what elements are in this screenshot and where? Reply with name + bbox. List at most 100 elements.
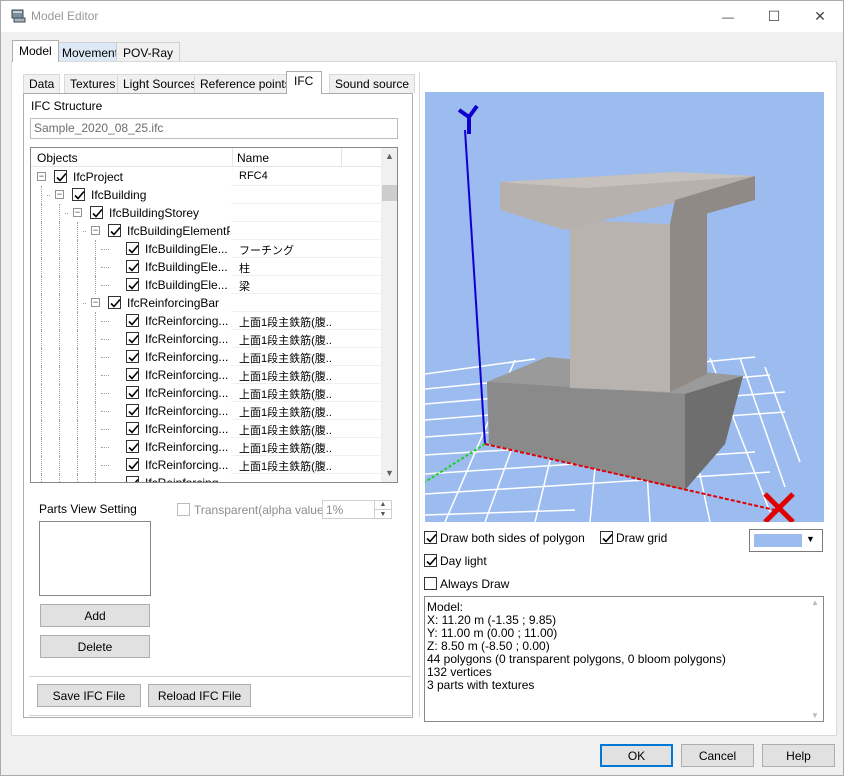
subtab-data[interactable]: Data (23, 74, 61, 93)
tree-row-checkbox[interactable] (126, 440, 139, 453)
collapse-icon[interactable]: − (91, 226, 100, 235)
tree-row[interactable]: IfcReinforcing... 上面1段主鉄筋(腹... (31, 330, 381, 348)
subtab-ifc[interactable]: IFC (286, 71, 323, 94)
draw-grid-checkbox[interactable] (600, 531, 613, 544)
tree-row[interactable]: IfcReinforcing... (31, 474, 381, 482)
column-name-header[interactable]: Name (237, 151, 269, 165)
subtab-reference-points-label: Reference points (200, 77, 291, 91)
tree-row-checkbox[interactable] (126, 458, 139, 471)
tree-row[interactable]: IfcBuildingEle... フーチング (31, 240, 381, 258)
color-swatch (754, 534, 802, 547)
tree-row-checkbox[interactable] (126, 422, 139, 435)
spinner-up-icon[interactable]: ▲ (374, 501, 391, 509)
tree-row[interactable]: − IfcBuildingElementProxy (31, 222, 381, 240)
tree-row-checkbox[interactable] (72, 188, 85, 201)
collapse-icon[interactable]: − (91, 298, 100, 307)
spinner-down-icon[interactable]: ▼ (374, 509, 391, 518)
tree-row[interactable]: IfcBuildingEle... 柱 (31, 258, 381, 276)
tree-header: Objects Name (31, 148, 381, 167)
y-axis (464, 129, 486, 445)
checkmark-icon (426, 556, 437, 566)
tree-row-checkbox[interactable] (126, 332, 139, 345)
collapse-icon[interactable]: − (37, 172, 46, 181)
always-draw-checkbox[interactable] (424, 577, 437, 590)
info-scrollbar[interactable]: ▲ ▼ (809, 597, 824, 721)
tree-row-checkbox[interactable] (126, 404, 139, 417)
scroll-up-icon[interactable]: ▲ (811, 598, 819, 607)
subtab-reference-points[interactable]: Reference points (194, 74, 297, 93)
tree-row-checkbox[interactable] (126, 386, 139, 399)
ifc-tree[interactable]: Objects Name − IfcProject RFC4− IfcBuilding… (30, 147, 398, 483)
tree-row-checkbox[interactable] (126, 368, 139, 381)
tree-row[interactable]: IfcReinforcing... 上面1段主鉄筋(腹... (31, 312, 381, 330)
subtab-light-sources[interactable]: Light Sources (117, 74, 203, 93)
tree-row-checkbox[interactable] (126, 476, 139, 482)
tab-movement[interactable]: Movement (55, 42, 126, 62)
tree-vertical-scrollbar[interactable]: ▲ ▼ (381, 148, 397, 482)
ifc-file-name-field[interactable]: Sample_2020_08_25.ifc (30, 118, 398, 139)
ok-button-label: OK (627, 748, 646, 763)
tree-row-name: RFC4 (239, 170, 268, 182)
subtab-textures[interactable]: Textures (64, 74, 122, 93)
cancel-button[interactable]: Cancel (681, 744, 754, 767)
tree-row[interactable]: IfcReinforcing... 上面1段主鉄筋(腹... (31, 366, 381, 384)
maximize-button[interactable]: ☐ (751, 1, 797, 32)
tree-row[interactable]: IfcReinforcing... 上面1段主鉄筋(腹... (31, 402, 381, 420)
day-light-checkbox[interactable] (424, 554, 437, 567)
tree-row[interactable]: IfcReinforcing... 上面1段主鉄筋(腹... (31, 384, 381, 402)
tab-pov-ray[interactable]: POV-Ray (116, 42, 181, 62)
scroll-down-icon[interactable]: ▼ (811, 711, 819, 720)
model-info-textbox[interactable]: Model: X: 11.20 m (-1.35 ; 9.85) Y: 11.0… (424, 596, 824, 722)
ok-button[interactable]: OK (600, 744, 673, 767)
tree-row-checkbox[interactable] (126, 350, 139, 363)
transparent-checkbox[interactable] (177, 503, 190, 516)
tree-row-label: IfcReinforcing... (145, 332, 229, 346)
splitter[interactable] (419, 72, 420, 717)
checkmark-icon (56, 172, 67, 182)
minimize-button[interactable]: — (705, 1, 751, 32)
tree-row-label: IfcReinforcing... (145, 422, 229, 436)
column-objects-header[interactable]: Objects (37, 151, 78, 165)
scroll-down-icon[interactable]: ▼ (381, 465, 397, 482)
tree-row[interactable]: IfcReinforcing... 上面1段主鉄筋(腹... (31, 348, 381, 366)
close-button[interactable]: ✕ (797, 1, 843, 32)
scroll-up-icon[interactable]: ▲ (381, 148, 397, 165)
draw-grid-label: Draw grid (616, 531, 668, 545)
checkmark-icon (426, 533, 437, 543)
draw-both-sides-checkbox[interactable] (424, 531, 437, 544)
tree-row[interactable]: IfcBuildingEle... 梁 (31, 276, 381, 294)
tree-row-checkbox[interactable] (126, 242, 139, 255)
checkmark-icon (128, 370, 139, 380)
scroll-thumb[interactable] (382, 185, 397, 201)
tab-model[interactable]: Model (12, 40, 59, 62)
tree-row-name: 梁 (239, 281, 250, 293)
tree-row-checkbox[interactable] (90, 206, 103, 219)
parts-view-list[interactable] (39, 521, 151, 596)
tree-row-checkbox[interactable] (126, 260, 139, 273)
tree-row[interactable]: − IfcReinforcingBar (31, 294, 381, 312)
tree-row-checkbox[interactable] (108, 296, 121, 309)
tree-row-checkbox[interactable] (126, 314, 139, 327)
save-ifc-file-button[interactable]: Save IFC File (37, 684, 141, 707)
collapse-icon[interactable]: − (55, 190, 64, 199)
help-button[interactable]: Help (762, 744, 835, 767)
alpha-value-spinner[interactable]: 1% ▲ ▼ (322, 500, 392, 519)
tree-row-checkbox[interactable] (108, 224, 121, 237)
reload-ifc-file-button[interactable]: Reload IFC File (148, 684, 251, 707)
tree-row-label: IfcReinforcing... (145, 386, 229, 400)
tree-row[interactable]: − IfcProject RFC4 (31, 168, 381, 186)
collapse-icon[interactable]: − (73, 208, 82, 217)
3d-viewport[interactable] (425, 92, 824, 522)
background-color-picker[interactable]: ▼ (749, 529, 823, 552)
tree-row[interactable]: IfcReinforcing... 上面1段主鉄筋(腹... (31, 438, 381, 456)
add-button[interactable]: Add (40, 604, 150, 627)
delete-button[interactable]: Delete (40, 635, 150, 658)
tree-row-checkbox[interactable] (54, 170, 67, 183)
tree-row[interactable]: − IfcBuilding (31, 186, 381, 204)
subtab-sound-source[interactable]: Sound source (329, 74, 416, 93)
tree-row[interactable]: IfcReinforcing... 上面1段主鉄筋(腹... (31, 420, 381, 438)
checkmark-icon (128, 406, 139, 416)
tree-row-checkbox[interactable] (126, 278, 139, 291)
tree-row[interactable]: IfcReinforcing... 上面1段主鉄筋(腹... (31, 456, 381, 474)
tree-row[interactable]: − IfcBuildingStorey (31, 204, 381, 222)
